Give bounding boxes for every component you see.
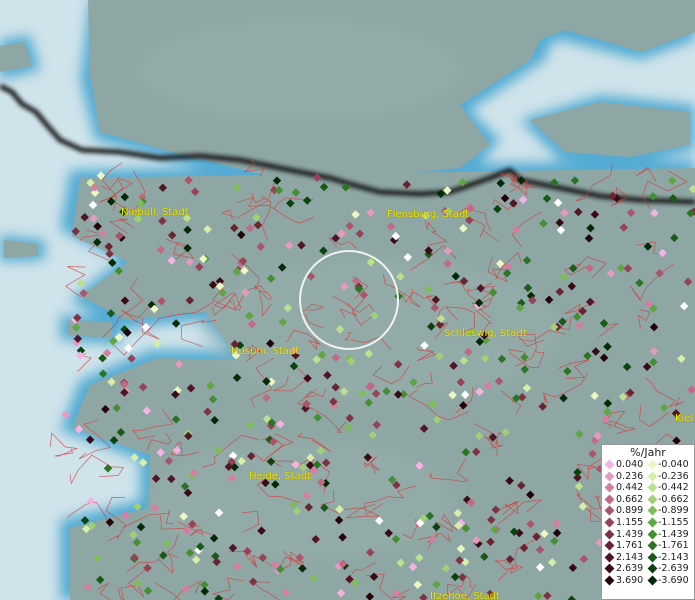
legend-value-negative: -2.639 [658,563,689,575]
legend-value-negative: -0.040 [658,459,689,470]
legend-value-positive: 0.442 [616,482,644,494]
legend-value-positive: 0.236 [616,470,644,482]
legend-row: 0.662 -0.662 [602,494,694,506]
legend-swatch-positive [604,471,615,482]
legend-swatch-negative [647,494,658,505]
legend-swatch-positive [604,540,615,551]
legend-value-negative: -0.662 [658,493,689,505]
legend-swatch-positive [604,517,615,528]
legend-value-positive: 0.899 [616,505,644,517]
legend-swatch-positive [604,552,615,563]
legend-value-negative: -1.439 [658,528,689,540]
legend-swatch-negative [647,540,658,551]
legend-value-negative: -0.236 [658,470,689,482]
legend-value-negative: -2.143 [658,551,689,563]
city-label-heide: Heide, Stadt [249,471,311,482]
legend-title: %/Jahr [630,446,666,459]
legend-row: 0.899 -0.899 [602,505,694,517]
legend-value-negative: -0.442 [658,482,689,494]
city-label-kiel: Kiel [675,413,694,424]
legend-swatch-positive [604,482,615,493]
legend-row: 1.761 -1.761 [602,540,694,552]
selection-circle[interactable] [299,250,399,350]
legend-swatch-negative [647,505,658,516]
legend-row: 0.236 -0.236 [602,471,694,483]
legend-swatch-positive [604,575,615,586]
city-label-husum: Husum, Stadt [231,346,300,357]
legend-swatch-negative [647,459,658,470]
legend-row: 0.040 -0.040 [602,459,694,471]
legend-row: 0.442 -0.442 [602,482,694,494]
legend-value-positive: 2.639 [616,563,644,575]
legend-swatch-negative [647,482,658,493]
legend-swatch-negative [647,575,658,586]
map-view[interactable]: Niebüll, Stadt Flensburg, Stadt Schleswi… [0,0,695,600]
legend-swatch-negative [647,471,658,482]
legend: %/Jahr 0.040 -0.040 0.236 -0.236 0.442 -0.442… [601,444,695,600]
legend-row: 2.143 -2.143 [602,552,694,564]
legend-row: 2.639 -2.639 [602,563,694,575]
legend-value-positive: 0.662 [616,493,644,505]
legend-value-negative: -0.899 [658,505,689,517]
legend-swatch-positive [604,563,615,574]
selection-overlay [299,250,399,350]
legend-value-positive: 1.439 [616,528,644,540]
legend-row: 3.690 -3.690 [602,575,694,587]
legend-value-positive: 1.761 [616,540,644,552]
legend-swatch-negative [647,552,658,563]
legend-value-positive: 2.143 [616,551,644,563]
legend-value-negative: -1.155 [658,516,689,528]
legend-swatch-negative [647,517,658,528]
legend-value-negative: -1.761 [658,540,689,552]
legend-row: 1.439 -1.439 [602,529,694,541]
legend-swatch-positive [604,494,615,505]
legend-row: 1.155 -1.155 [602,517,694,529]
legend-swatch-negative [647,529,658,540]
city-label-flensburg: Flensburg, Stadt [387,209,470,220]
legend-value-positive: 0.040 [616,459,644,470]
legend-swatch-positive [604,529,615,540]
legend-swatch-negative [647,563,658,574]
city-label-niebuell: Niebüll, Stadt [121,207,189,218]
city-label-itzehoe: Itzehoe, Stadt [430,591,500,600]
legend-value-positive: 3.690 [616,574,644,586]
city-label-schleswig: Schleswig, Stadt [444,328,527,339]
legend-swatch-positive [604,505,615,516]
legend-swatch-positive [604,459,615,470]
legend-rows: 0.040 -0.040 0.236 -0.236 0.442 -0.442 0.662 -0… [602,459,694,587]
legend-value-negative: -3.690 [658,574,689,586]
legend-value-positive: 1.155 [616,516,644,528]
